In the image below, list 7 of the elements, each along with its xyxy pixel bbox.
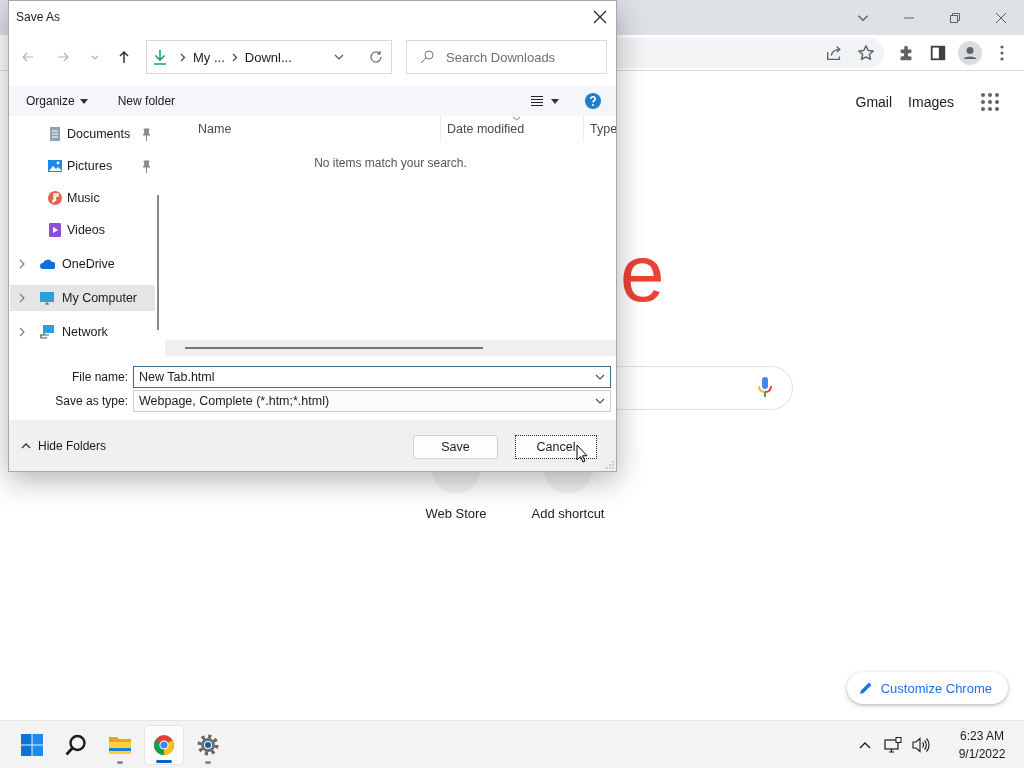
shortcut-label: Web Store	[425, 506, 487, 521]
empty-message: No items match your search.	[314, 156, 467, 170]
field-label: Save as type:	[54, 394, 128, 408]
shortcut-label: Add shortcut	[531, 506, 605, 521]
logo-letter: e	[620, 234, 665, 314]
dialog-title: Save As	[16, 9, 61, 24]
field-label: File name:	[70, 370, 128, 384]
